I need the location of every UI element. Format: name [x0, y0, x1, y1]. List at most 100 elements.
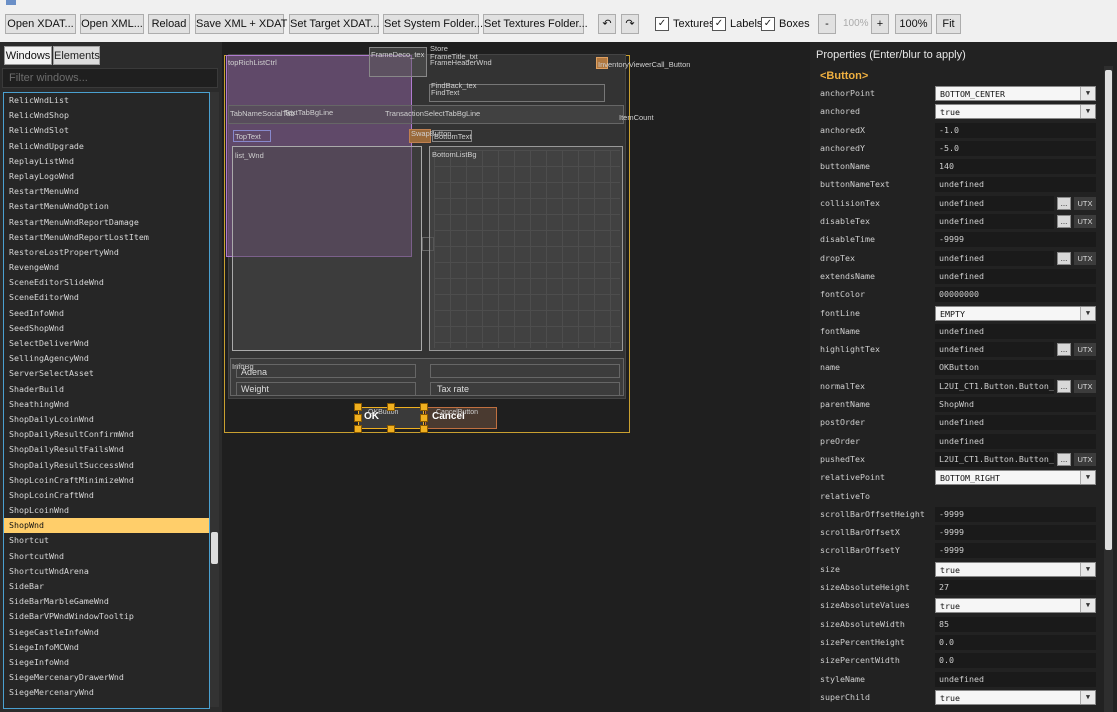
window-list-item[interactable]: ShopDailyResultFailsWnd [4, 442, 209, 457]
utx-button[interactable]: UTX [1074, 452, 1096, 466]
windows-list-scrollbar[interactable] [210, 92, 219, 707]
utx-button[interactable]: UTX [1074, 196, 1096, 210]
boxes-checkbox[interactable]: ✓ Boxes [761, 14, 810, 34]
window-list-item[interactable]: RevengeWnd [4, 260, 209, 275]
property-value-input[interactable]: undefined [935, 671, 1096, 687]
chevron-down-icon[interactable]: ▼ [1080, 562, 1095, 576]
window-list-item[interactable]: SelectDeliverWnd [4, 336, 209, 351]
property-value-input[interactable]: undefined [935, 250, 1054, 266]
undo-button[interactable]: ↶ [598, 14, 616, 34]
scrollbar-thumb[interactable] [1105, 70, 1112, 550]
window-list-item[interactable]: SiegeInfoMCWnd [4, 640, 209, 655]
property-value-input[interactable]: undefined [935, 342, 1054, 358]
browse-texture-button[interactable]: ... [1057, 215, 1071, 229]
save-xml-xdat-button[interactable]: Save XML + XDAT [195, 14, 287, 34]
window-list-item[interactable]: SiegeMercenaryDrawerWnd [4, 670, 209, 685]
property-value-input[interactable]: 27 [935, 580, 1096, 596]
property-value-input[interactable]: 85 [935, 616, 1096, 632]
window-list-item[interactable]: SiegeMercenaryWnd [4, 685, 209, 700]
window-list-item[interactable]: SideBarMarbleGameWnd [4, 594, 209, 609]
utx-button[interactable]: UTX [1074, 215, 1096, 229]
window-list-item[interactable]: RestartMenuWndOption [4, 199, 209, 214]
filter-windows-input[interactable] [2, 68, 218, 88]
property-value-input[interactable]: OKButton [935, 360, 1096, 376]
property-value-input[interactable]: -1.0 [935, 122, 1096, 138]
property-value-input[interactable]: -9999 [935, 543, 1096, 559]
resize-handle-b[interactable] [387, 425, 395, 433]
window-list-item[interactable]: RestoreLostPropertyWnd [4, 245, 209, 260]
fit-button[interactable]: Fit [936, 14, 961, 34]
zoom-100-button[interactable]: 100% [895, 14, 932, 34]
property-value-input[interactable]: L2UI_CT1.Button.Button_ [935, 378, 1054, 394]
window-list-item[interactable]: SceneEditorSlideWnd [4, 275, 209, 290]
set-target-xdat-button[interactable]: Set Target XDAT... [289, 14, 379, 34]
set-system-folder-button[interactable]: Set System Folder... [383, 14, 483, 34]
resize-handle-l[interactable] [354, 414, 362, 422]
chevron-down-icon[interactable]: ▼ [1080, 690, 1095, 704]
resize-handle-tl[interactable] [354, 403, 362, 411]
window-list-item[interactable]: ReplayListWnd [4, 154, 209, 169]
window-list-item[interactable]: ServerSelectAsset [4, 366, 209, 381]
scrollbar-thumb[interactable] [211, 532, 218, 564]
window-list-item[interactable]: ShortcutWnd [4, 549, 209, 564]
property-value-input[interactable]: ShopWnd [935, 397, 1096, 413]
window-list-item[interactable]: SiegeCastleInfoWnd [4, 625, 209, 640]
property-value-input[interactable]: -9999 [935, 506, 1096, 522]
window-list-item[interactable]: SheathingWnd [4, 397, 209, 412]
resize-handle-r[interactable] [420, 414, 428, 422]
chevron-down-icon[interactable]: ▼ [1080, 599, 1095, 613]
list-wnd[interactable] [232, 146, 422, 351]
property-value-input[interactable]: 0.0 [935, 653, 1096, 669]
property-value-input[interactable]: 0.0 [935, 634, 1096, 650]
tab-windows[interactable]: Windows [4, 46, 52, 65]
browse-texture-button[interactable]: ... [1057, 379, 1071, 393]
set-textures-folder-button[interactable]: Set Textures Folder... [483, 14, 588, 34]
property-dropdown[interactable]: true ▼ [935, 598, 1096, 614]
window-list-item[interactable]: ShopDailyLcoinWnd [4, 412, 209, 427]
property-value-input[interactable]: undefined [935, 323, 1096, 339]
utx-button[interactable]: UTX [1074, 379, 1096, 393]
window-list-item[interactable]: RelicWndShop [4, 108, 209, 123]
window-list-item[interactable]: SeedShopWnd [4, 321, 209, 336]
properties-scrollbar[interactable] [1104, 66, 1113, 712]
browse-texture-button[interactable]: ... [1057, 196, 1071, 210]
window-list-item[interactable]: SceneEditorWnd [4, 290, 209, 305]
window-list-item[interactable]: RestartMenuWndReportLostItem [4, 230, 209, 245]
property-value-input[interactable]: L2UI_CT1.Button.Button_ [935, 451, 1054, 467]
window-list-item[interactable]: ShopWnd [4, 518, 209, 534]
tab-elements[interactable]: Elements [53, 46, 100, 65]
open-xdat-button[interactable]: Open XDAT... [5, 14, 76, 34]
design-canvas[interactable]: topRichListCtrl FrameDeco_tex Store Fram… [222, 42, 810, 712]
zoom-in-button[interactable]: + [871, 14, 889, 34]
window-list-item[interactable]: RelicWndUpgrade [4, 139, 209, 154]
window-list-item[interactable]: SideBarVPWndWindowTooltip [4, 609, 209, 624]
window-list-item[interactable]: ShopDailyResultSuccessWnd [4, 458, 209, 473]
zoom-out-button[interactable]: - [818, 14, 836, 34]
utx-button[interactable]: UTX [1074, 343, 1096, 357]
property-value-input[interactable]: undefined [935, 177, 1096, 193]
property-dropdown[interactable]: true ▼ [935, 104, 1096, 120]
property-value-input[interactable]: -9999 [935, 232, 1096, 248]
textures-checkbox[interactable]: ✓ Textures [655, 14, 715, 34]
window-list-item[interactable]: SellingAgencyWnd [4, 351, 209, 366]
chevron-down-icon[interactable]: ▼ [1080, 87, 1095, 100]
property-value-input[interactable]: undefined [935, 433, 1096, 449]
resize-handle-br[interactable] [420, 425, 428, 433]
window-list-item[interactable]: ShopLcoinWnd [4, 503, 209, 518]
chevron-down-icon[interactable]: ▼ [1080, 306, 1095, 320]
property-value-input[interactable]: 00000000 [935, 287, 1096, 303]
property-dropdown[interactable]: EMPTY ▼ [935, 305, 1096, 321]
resize-handle-bl[interactable] [354, 425, 362, 433]
window-list-item[interactable]: ShopLcoinCraftWnd [4, 488, 209, 503]
window-list-item[interactable]: RelicWndList [4, 93, 209, 108]
property-value-input[interactable]: undefined [935, 214, 1054, 230]
browse-texture-button[interactable]: ... [1057, 343, 1071, 357]
window-list-item[interactable]: ShortcutWndArena [4, 564, 209, 579]
resize-handle-tr[interactable] [420, 403, 428, 411]
utx-button[interactable]: UTX [1074, 251, 1096, 265]
property-value-input[interactable]: undefined [935, 415, 1096, 431]
property-dropdown[interactable]: BOTTOM_CENTER ▼ [935, 86, 1096, 101]
redo-button[interactable]: ↷ [621, 14, 639, 34]
reload-button[interactable]: Reload [148, 14, 190, 34]
browse-texture-button[interactable]: ... [1057, 452, 1071, 466]
